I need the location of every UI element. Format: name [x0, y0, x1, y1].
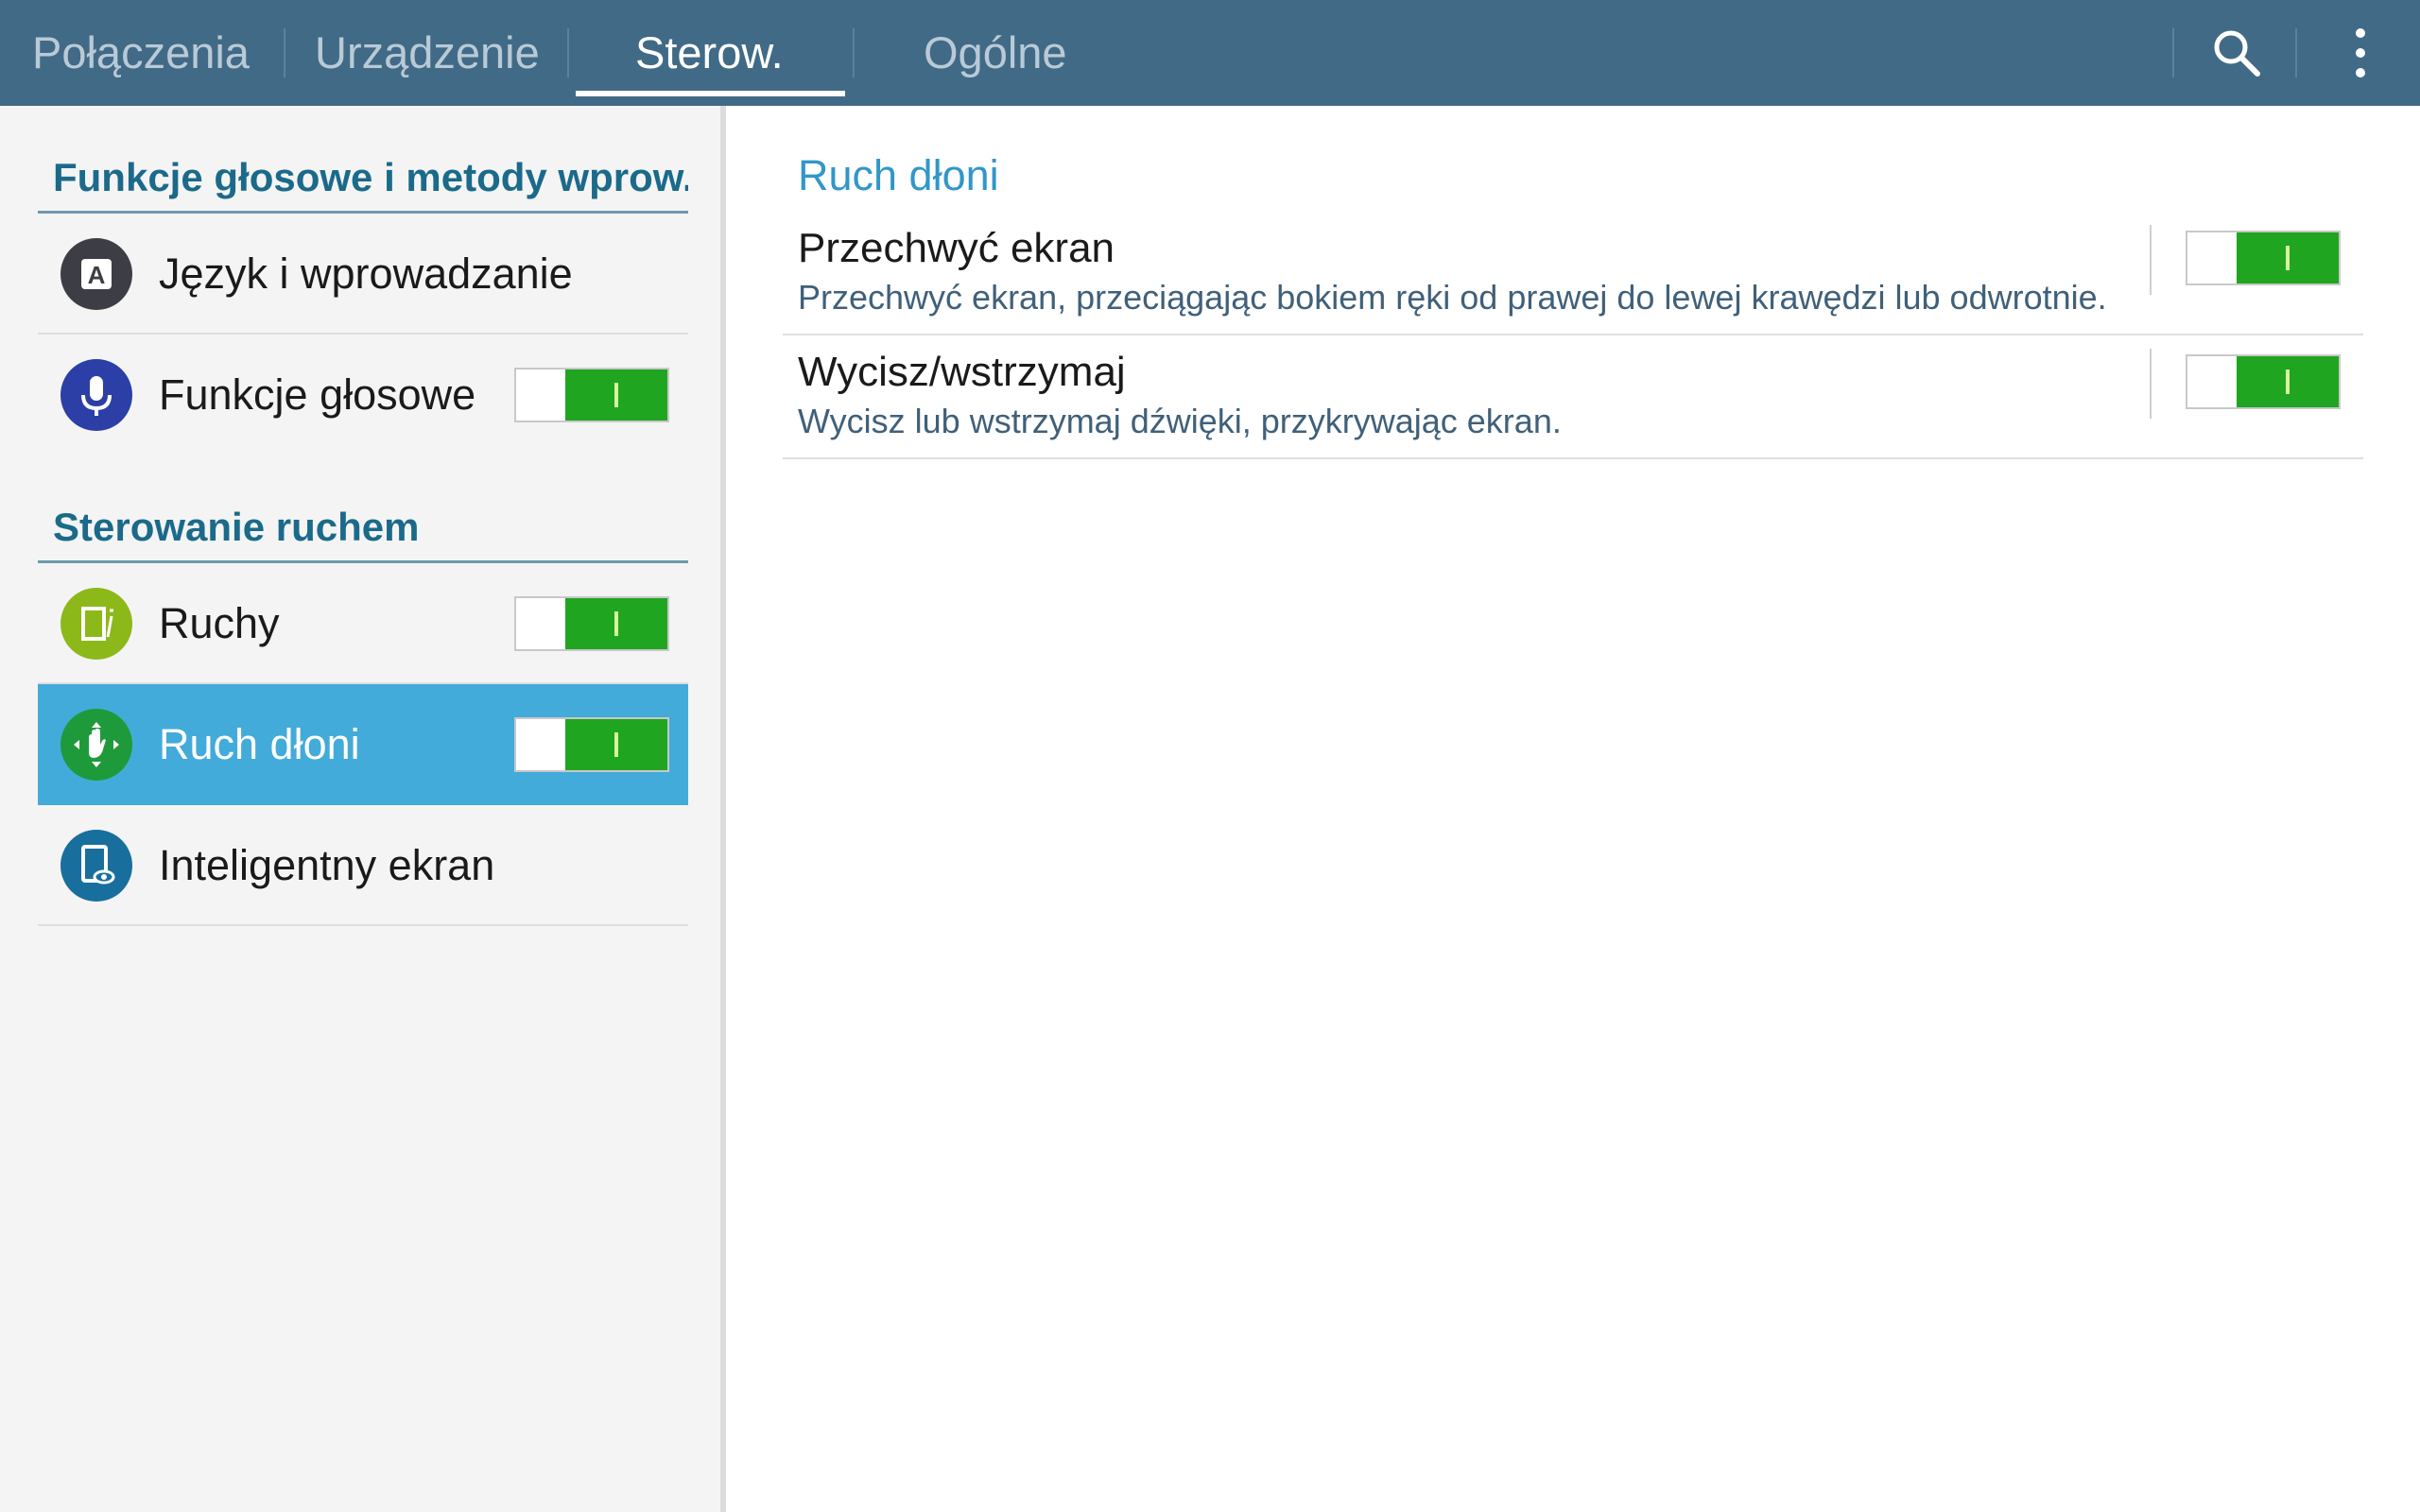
switch-knob — [565, 369, 667, 421]
voice-control-switch[interactable] — [514, 368, 669, 422]
setting-separator — [2150, 225, 2152, 295]
search-icon[interactable] — [2210, 26, 2263, 79]
setting-title: Wycisz/wstrzymaj — [798, 349, 1126, 395]
sidebar-item-label: Inteligentny ekran — [159, 841, 495, 889]
switch-knob — [2237, 232, 2339, 284]
switch-knob — [2237, 356, 2339, 407]
tab-separator — [567, 28, 569, 77]
tab-connections[interactable]: Połączenia — [32, 0, 250, 106]
setting-summary: Wycisz lub wstrzymaj dźwięki, przykrywaj… — [798, 402, 1562, 440]
motions-switch[interactable] — [514, 596, 669, 651]
sidebar-item-motions[interactable]: Ruchy — [38, 563, 688, 684]
sidebar-item-label: Funkcje głosowe — [159, 370, 476, 419]
svg-text:A: A — [88, 261, 106, 289]
detail-header: Ruch dłoni — [798, 151, 999, 199]
setting-title: Przechwyć ekran — [798, 225, 1115, 271]
tab-separator — [284, 28, 285, 77]
setting-summary: Przechwyć ekran, przeciągając bokiem ręk… — [798, 278, 2107, 317]
setting-mute-pause[interactable]: Wycisz/wstrzymaj Wycisz lub wstrzymaj dź… — [783, 335, 2363, 459]
settings-category-pane: Funkcje głosowe i metody wprow... A Języ… — [0, 106, 720, 1512]
switch-knob — [565, 598, 667, 649]
action-bar: Połączenia Urządzenie Sterow. Ogólne — [0, 0, 2420, 106]
tab-separator — [853, 28, 855, 77]
overflow-menu-icon[interactable] — [2354, 28, 2367, 77]
switch-knob — [565, 719, 667, 770]
motion-icon — [60, 588, 132, 660]
actionbar-separator — [2295, 28, 2297, 77]
sidebar-item-label: Język i wprowadzanie — [159, 249, 573, 298]
mute-pause-switch[interactable] — [2186, 354, 2341, 409]
section-header-voice-input: Funkcje głosowe i metody wprow... — [38, 149, 688, 214]
actionbar-separator — [2172, 28, 2174, 77]
microphone-icon — [60, 359, 132, 431]
sidebar-item-voice-control[interactable]: Funkcje głosowe — [38, 335, 688, 455]
setting-separator — [2150, 349, 2152, 419]
sidebar-item-language-input[interactable]: A Język i wprowadzanie — [38, 214, 688, 335]
sidebar-item-smart-screen[interactable]: Inteligentny ekran — [38, 805, 688, 926]
sidebar-item-palm-motion[interactable]: Ruch dłoni — [38, 684, 688, 805]
sidebar-item-label: Ruchy — [159, 599, 280, 647]
tab-general[interactable]: Ogólne — [924, 0, 1067, 106]
palm-motion-icon — [60, 709, 132, 781]
capture-screen-switch[interactable] — [2186, 231, 2341, 285]
pane-divider — [720, 106, 726, 1512]
setting-capture-screen[interactable]: Przechwyć ekran Przechwyć ekran, przecią… — [783, 212, 2363, 335]
sidebar-item-label: Ruch dłoni — [159, 720, 360, 768]
tab-device[interactable]: Urządzenie — [315, 0, 540, 106]
smart-screen-icon — [60, 830, 132, 902]
language-icon: A — [60, 238, 132, 310]
active-tab-indicator — [576, 91, 845, 96]
palm-motion-switch[interactable] — [514, 717, 669, 772]
section-header-motion-control: Sterowanie ruchem — [38, 499, 688, 563]
